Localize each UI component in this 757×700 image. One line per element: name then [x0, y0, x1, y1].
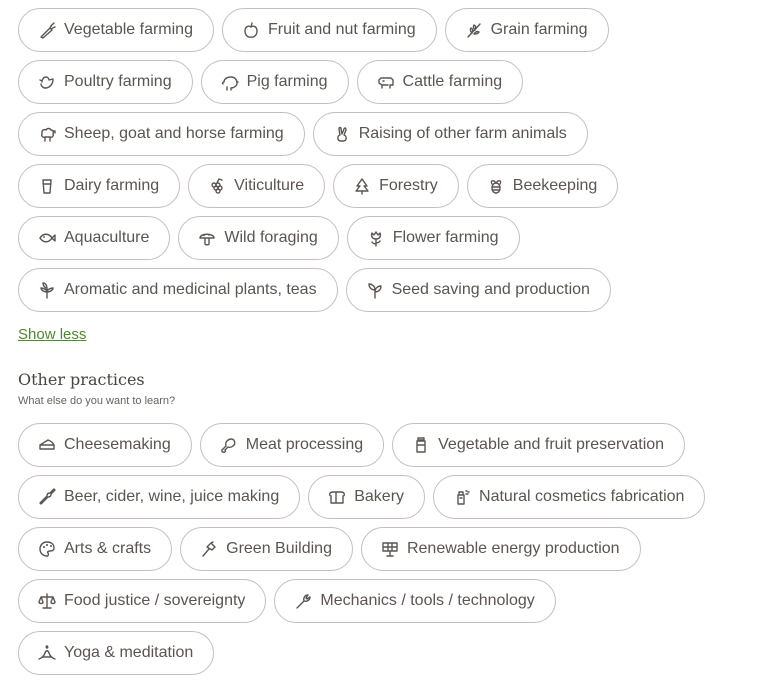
piggy-icon [221, 73, 239, 91]
chip-jar[interactable]: Vegetable and fruit preservation [392, 423, 686, 467]
chip-rabbit[interactable]: Raising of other farm animals [312, 112, 588, 156]
farming-chip-group: Vegetable farming Fruit and nut farming Gr… [18, 8, 753, 312]
spray-bottle-icon [453, 488, 471, 506]
chip-label: Aromatic and medicinal plants, teas [64, 281, 317, 298]
chip-label: Mechanics / tools / technology [320, 592, 535, 609]
carrot-icon [38, 21, 56, 39]
rabbit-icon [333, 125, 351, 143]
chip-drumstick[interactable]: Meat processing [199, 423, 385, 467]
chip-solar-panel[interactable]: Renewable energy production [360, 527, 641, 571]
chip-label: Arts & crafts [64, 540, 152, 557]
chip-sheep[interactable]: Sheep, goat and horse farming [18, 112, 305, 156]
chip-tree[interactable]: Forestry [333, 164, 459, 208]
chip-label: Vegetable farming [64, 21, 193, 38]
chip-label: Aquaculture [64, 229, 150, 246]
palette-icon [38, 540, 56, 558]
chip-label: Natural cosmetics fabrication [479, 488, 685, 505]
chip-label: Raising of other farm animals [358, 125, 567, 142]
chip-meditation[interactable]: Yoga & meditation [18, 631, 215, 675]
apple-icon [242, 21, 260, 39]
cheese-icon [38, 436, 56, 454]
chip-label: Meat processing [245, 436, 364, 453]
scales-icon [38, 592, 56, 610]
chip-piggy[interactable]: Pig farming [200, 60, 349, 104]
bee-icon [487, 177, 505, 195]
other-practices-title: Other practices [18, 370, 145, 389]
chip-label: Cattle farming [402, 73, 503, 90]
chip-wheat[interactable]: Grain farming [444, 8, 609, 52]
meditation-icon [38, 644, 56, 662]
fish-icon [38, 229, 56, 247]
chip-label: Sheep, goat and horse farming [64, 125, 284, 142]
chip-label: Fruit and nut farming [267, 21, 416, 38]
chip-bee[interactable]: Beekeeping [466, 164, 619, 208]
chip-label: Beer, cider, wine, juice making [64, 488, 280, 505]
bird-icon [38, 73, 56, 91]
sprout-icon [366, 281, 384, 299]
chip-hammer[interactable]: Green Building [180, 527, 353, 571]
chip-label: Forestry [379, 177, 438, 194]
chip-milk-glass[interactable]: Dairy farming [18, 164, 181, 208]
chip-cow[interactable]: Cattle farming [356, 60, 524, 104]
mushroom-icon [198, 229, 216, 247]
solar-panel-icon [381, 540, 399, 558]
chip-fish[interactable]: Aquaculture [18, 216, 171, 260]
chip-label: Vegetable and fruit preservation [438, 436, 665, 453]
chip-sprout[interactable]: Seed saving and production [345, 268, 611, 312]
bread-icon [328, 488, 346, 506]
chip-label: Cheesemaking [64, 436, 171, 453]
chip-label: Grain farming [490, 21, 588, 38]
cow-icon [377, 73, 395, 91]
other-practices-chip-group: Cheesemaking Meat processing Vegetable and… [18, 423, 753, 675]
tree-icon [353, 177, 371, 195]
show-less-link[interactable]: Show less [18, 326, 86, 343]
chip-scales[interactable]: Food justice / sovereignty [18, 579, 267, 623]
drumstick-icon [220, 436, 238, 454]
chip-spray-bottle[interactable]: Natural cosmetics fabrication [433, 475, 706, 519]
milk-glass-icon [38, 177, 56, 195]
wrench-icon [294, 592, 312, 610]
chip-cheese[interactable]: Cheesemaking [18, 423, 192, 467]
chip-bottle[interactable]: Beer, cider, wine, juice making [18, 475, 301, 519]
chip-flower[interactable]: Flower farming [346, 216, 520, 260]
chip-label: Poultry farming [64, 73, 172, 90]
chip-label: Wild foraging [224, 229, 318, 246]
chip-label: Food justice / sovereignty [64, 592, 246, 609]
chip-grapes[interactable]: Viticulture [188, 164, 326, 208]
chip-label: Green Building [226, 540, 332, 557]
hammer-icon [200, 540, 218, 558]
chip-herb[interactable]: Aromatic and medicinal plants, teas [18, 268, 338, 312]
chip-label: Bakery [354, 488, 405, 505]
chip-label: Seed saving and production [391, 281, 590, 298]
chip-label: Yoga & meditation [64, 644, 194, 661]
chip-apple[interactable]: Fruit and nut farming [221, 8, 437, 52]
chip-label: Flower farming [392, 229, 499, 246]
flower-icon [367, 229, 385, 247]
interests-panel: Vegetable farming Fruit and nut farming Gr… [18, 8, 753, 675]
chip-label: Dairy farming [64, 177, 160, 194]
chip-label: Renewable energy production [406, 540, 620, 557]
wheat-icon [465, 21, 483, 39]
jar-icon [412, 436, 430, 454]
chip-mushroom[interactable]: Wild foraging [178, 216, 339, 260]
chip-bread[interactable]: Bakery [308, 475, 426, 519]
chip-label: Viticulture [234, 177, 305, 194]
chip-wrench[interactable]: Mechanics / tools / technology [274, 579, 556, 623]
chip-bird[interactable]: Poultry farming [18, 60, 193, 104]
herb-icon [38, 281, 56, 299]
chip-palette[interactable]: Arts & crafts [18, 527, 173, 571]
chip-label: Beekeeping [512, 177, 598, 194]
grapes-icon [208, 177, 226, 195]
chip-carrot[interactable]: Vegetable farming [18, 8, 214, 52]
sheep-icon [38, 125, 56, 143]
other-practices-subtitle: What else do you want to learn? [18, 395, 176, 407]
bottle-icon [38, 488, 56, 506]
chip-label: Pig farming [246, 73, 328, 90]
